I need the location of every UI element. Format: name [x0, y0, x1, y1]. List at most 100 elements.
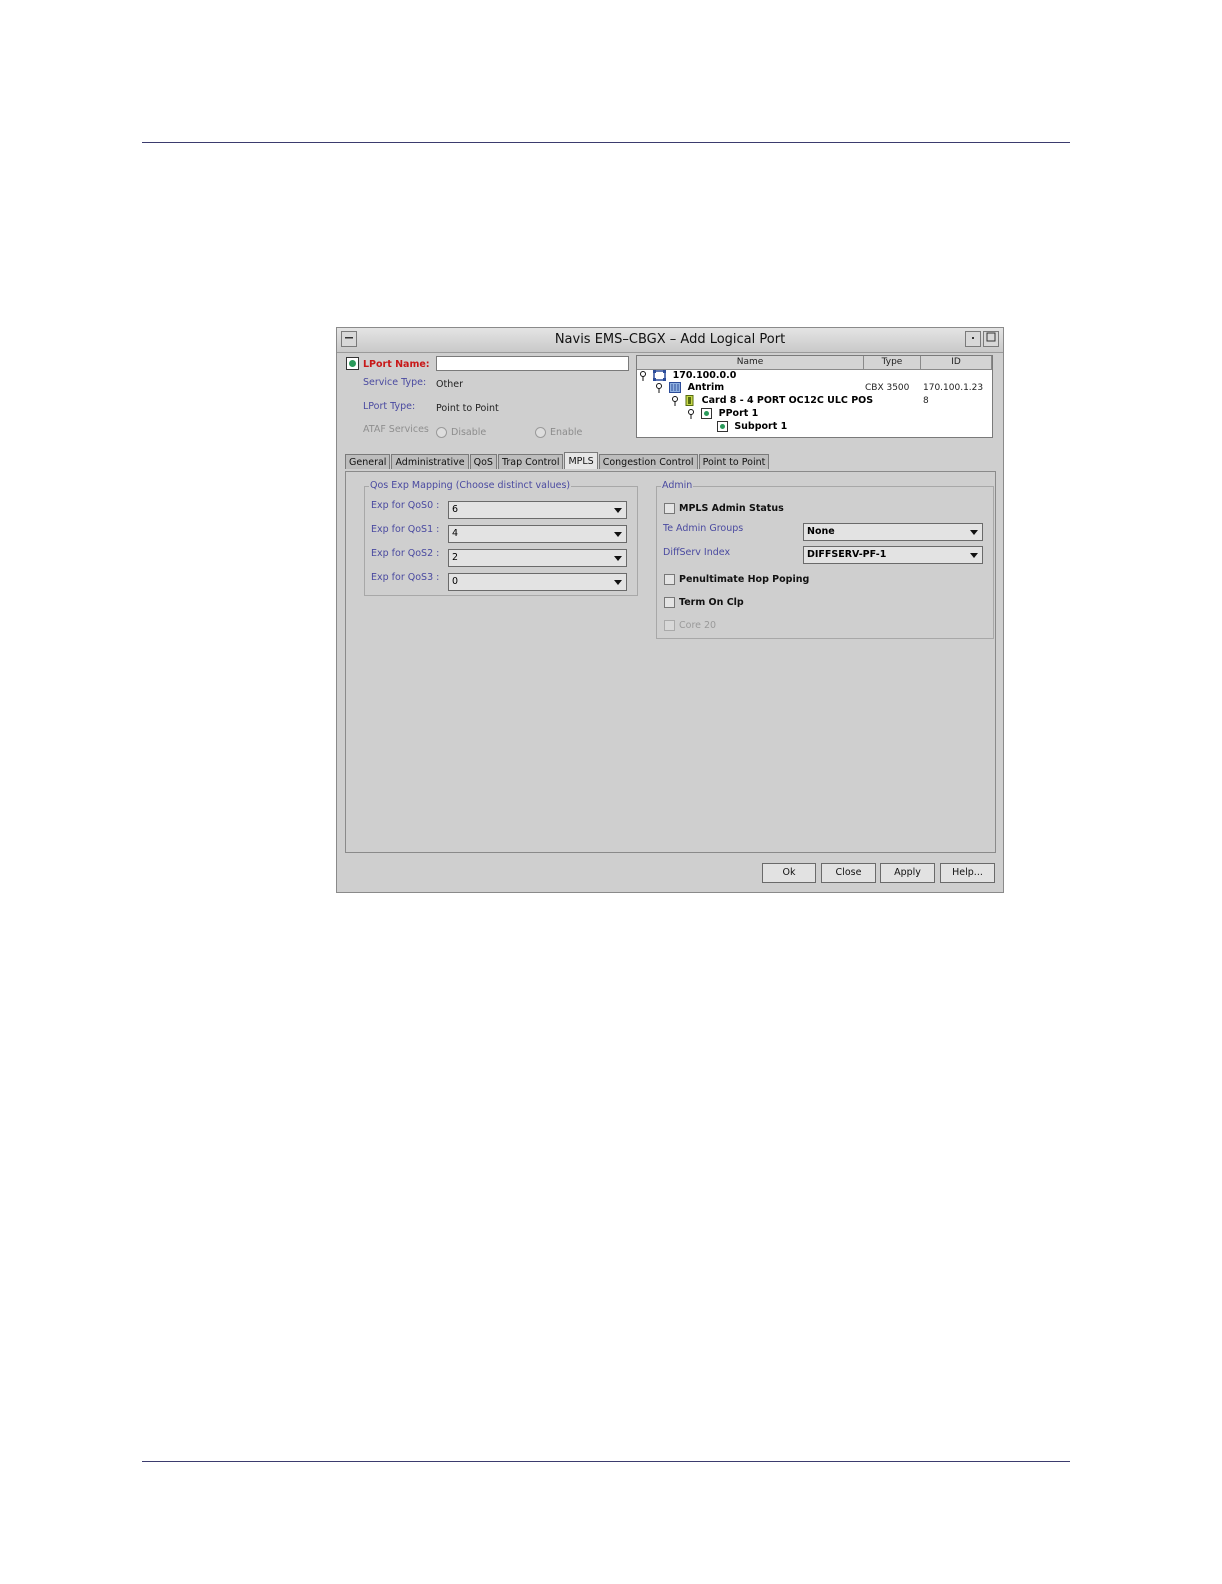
exp-qos2-label: Exp for QoS2 :: [371, 548, 440, 559]
network-icon: [653, 370, 667, 381]
service-type-label: Service Type:: [363, 377, 427, 388]
ataf-disable-label: Disable: [451, 427, 487, 438]
checkbox-icon: [664, 597, 675, 608]
exp-qos3-value: 0: [452, 576, 459, 587]
checkbox-icon: [664, 620, 675, 631]
bottom-rule: [142, 1461, 1070, 1462]
exp-qos0-select[interactable]: 6: [448, 501, 627, 519]
ataf-enable-label: Enable: [550, 427, 583, 438]
tab-administrative[interactable]: Administrative: [391, 454, 469, 469]
add-logical-port-window: Navis EMS–CBGX – Add Logical Port LPort …: [336, 327, 1004, 893]
tab-bar: General Administrative QoS Trap Control …: [345, 452, 770, 471]
diffserv-index-select[interactable]: DIFFSERV-PF-1: [803, 546, 983, 564]
exp-qos1-label: Exp for QoS1 :: [371, 524, 440, 535]
column-header-type[interactable]: Type: [864, 356, 921, 370]
radio-icon: [436, 427, 447, 438]
tree-cell-id: 170.100.1.23: [923, 383, 984, 393]
term-on-clp-checkbox[interactable]: Term On Clp: [664, 597, 744, 608]
tree-node-name: Subport 1: [734, 421, 788, 432]
tab-trap-control[interactable]: Trap Control: [497, 454, 564, 469]
exp-qos2-select[interactable]: 2: [448, 549, 627, 567]
lport-name-input[interactable]: [436, 356, 629, 371]
exp-qos3-label: Exp for QoS3 :: [371, 572, 440, 583]
checkbox-icon: [664, 503, 675, 514]
apply-button[interactable]: Apply: [880, 863, 935, 883]
tree-node-name: Antrim: [687, 382, 725, 393]
tree-node-name: 170.100.0.0: [672, 370, 737, 381]
expand-key-icon: [688, 408, 694, 419]
tree-node-name: PPort 1: [718, 408, 759, 419]
radio-icon: [535, 427, 546, 438]
diffserv-index-value: DIFFSERV-PF-1: [807, 549, 887, 560]
core-20-checkbox[interactable]: Core 20: [664, 620, 716, 631]
exp-qos0-value: 6: [452, 504, 459, 515]
top-rule: [142, 142, 1070, 143]
lport-type-label: LPort Type:: [363, 401, 416, 412]
tab-point-to-point[interactable]: Point to Point: [698, 454, 770, 469]
diffserv-index-label: DiffServ Index: [663, 547, 731, 558]
tree-row-card[interactable]: Card 8 - 4 PORT OC12C ULC POS: [671, 395, 873, 408]
core-20-label: Core 20: [679, 620, 717, 631]
tab-general[interactable]: General: [345, 454, 391, 469]
tree-row-pport[interactable]: PPort 1: [687, 408, 758, 421]
expand-key-icon: [656, 382, 662, 393]
network-tree-table[interactable]: Name Type ID 170.100.0.0 Antrim CBX 3500…: [636, 355, 993, 438]
maximize-icon: [986, 332, 996, 342]
admin-group: Admin MPLS Admin Status Te Admin Groups …: [656, 480, 994, 639]
tab-qos[interactable]: QoS: [469, 454, 497, 469]
tab-congestion-control[interactable]: Congestion Control: [598, 454, 698, 469]
te-admin-groups-value: None: [807, 526, 835, 537]
title-bar: Navis EMS–CBGX – Add Logical Port: [337, 328, 1003, 353]
window-title: Navis EMS–CBGX – Add Logical Port: [554, 332, 786, 347]
ok-button[interactable]: Ok: [762, 863, 816, 883]
checkbox-icon: [664, 574, 675, 585]
lport-icon: [346, 357, 359, 370]
column-header-name[interactable]: Name: [637, 356, 864, 370]
exp-qos3-select[interactable]: 0: [448, 573, 627, 591]
lport-name-label: LPort Name:: [363, 359, 430, 370]
mpls-admin-status-checkbox[interactable]: MPLS Admin Status: [664, 503, 784, 514]
qos-exp-mapping-group: Qos Exp Mapping (Choose distinct values)…: [364, 480, 638, 596]
ataf-disable-radio[interactable]: Disable: [436, 427, 486, 438]
tree-row-switch[interactable]: Antrim: [655, 382, 724, 395]
exp-qos1-value: 4: [452, 528, 459, 539]
admin-title: Admin: [661, 480, 694, 491]
ataf-services-label: ATAF Services: [363, 424, 429, 435]
exp-qos0-label: Exp for QoS0 :: [371, 500, 440, 511]
chevron-down-icon: [614, 556, 622, 561]
tree-cell-id: 8: [923, 396, 929, 406]
minimize-button[interactable]: [965, 331, 981, 347]
tab-mpls[interactable]: MPLS: [564, 452, 598, 469]
penultimate-hop-checkbox[interactable]: Penultimate Hop Poping: [664, 574, 809, 585]
chevron-down-icon: [614, 508, 622, 513]
card-icon: [685, 395, 694, 406]
lport-type-value: Point to Point: [436, 403, 499, 414]
maximize-button[interactable]: [983, 331, 999, 347]
subport-icon: [717, 421, 728, 432]
close-button[interactable]: Close: [821, 863, 876, 883]
term-on-clp-label: Term On Clp: [679, 597, 744, 608]
tree-cell-type: CBX 3500: [865, 383, 910, 393]
te-admin-groups-select[interactable]: None: [803, 523, 983, 541]
port-icon: [701, 408, 713, 419]
chevron-down-icon: [970, 553, 978, 558]
exp-qos2-value: 2: [452, 552, 459, 563]
chevron-down-icon: [614, 580, 622, 585]
ataf-enable-radio[interactable]: Enable: [535, 427, 582, 438]
expand-key-icon: [640, 370, 646, 381]
minimize-icon: [972, 337, 974, 339]
mpls-admin-status-label: MPLS Admin Status: [679, 503, 784, 514]
qos-exp-mapping-title: Qos Exp Mapping (Choose distinct values): [369, 480, 572, 491]
switch-icon: [669, 382, 682, 393]
te-admin-groups-label: Te Admin Groups: [663, 523, 744, 534]
tree-row-subport[interactable]: Subport 1: [717, 421, 787, 434]
help-button[interactable]: Help...: [940, 863, 995, 883]
service-type-value: Other: [436, 379, 463, 390]
chevron-down-icon: [614, 532, 622, 537]
exp-qos1-select[interactable]: 4: [448, 525, 627, 543]
chevron-down-icon: [970, 530, 978, 535]
column-header-id[interactable]: ID: [921, 356, 992, 370]
mpls-tab-panel: Qos Exp Mapping (Choose distinct values)…: [345, 471, 996, 853]
tree-node-name: Card 8 - 4 PORT OC12C ULC POS: [701, 395, 874, 406]
expand-key-icon: [672, 395, 678, 406]
